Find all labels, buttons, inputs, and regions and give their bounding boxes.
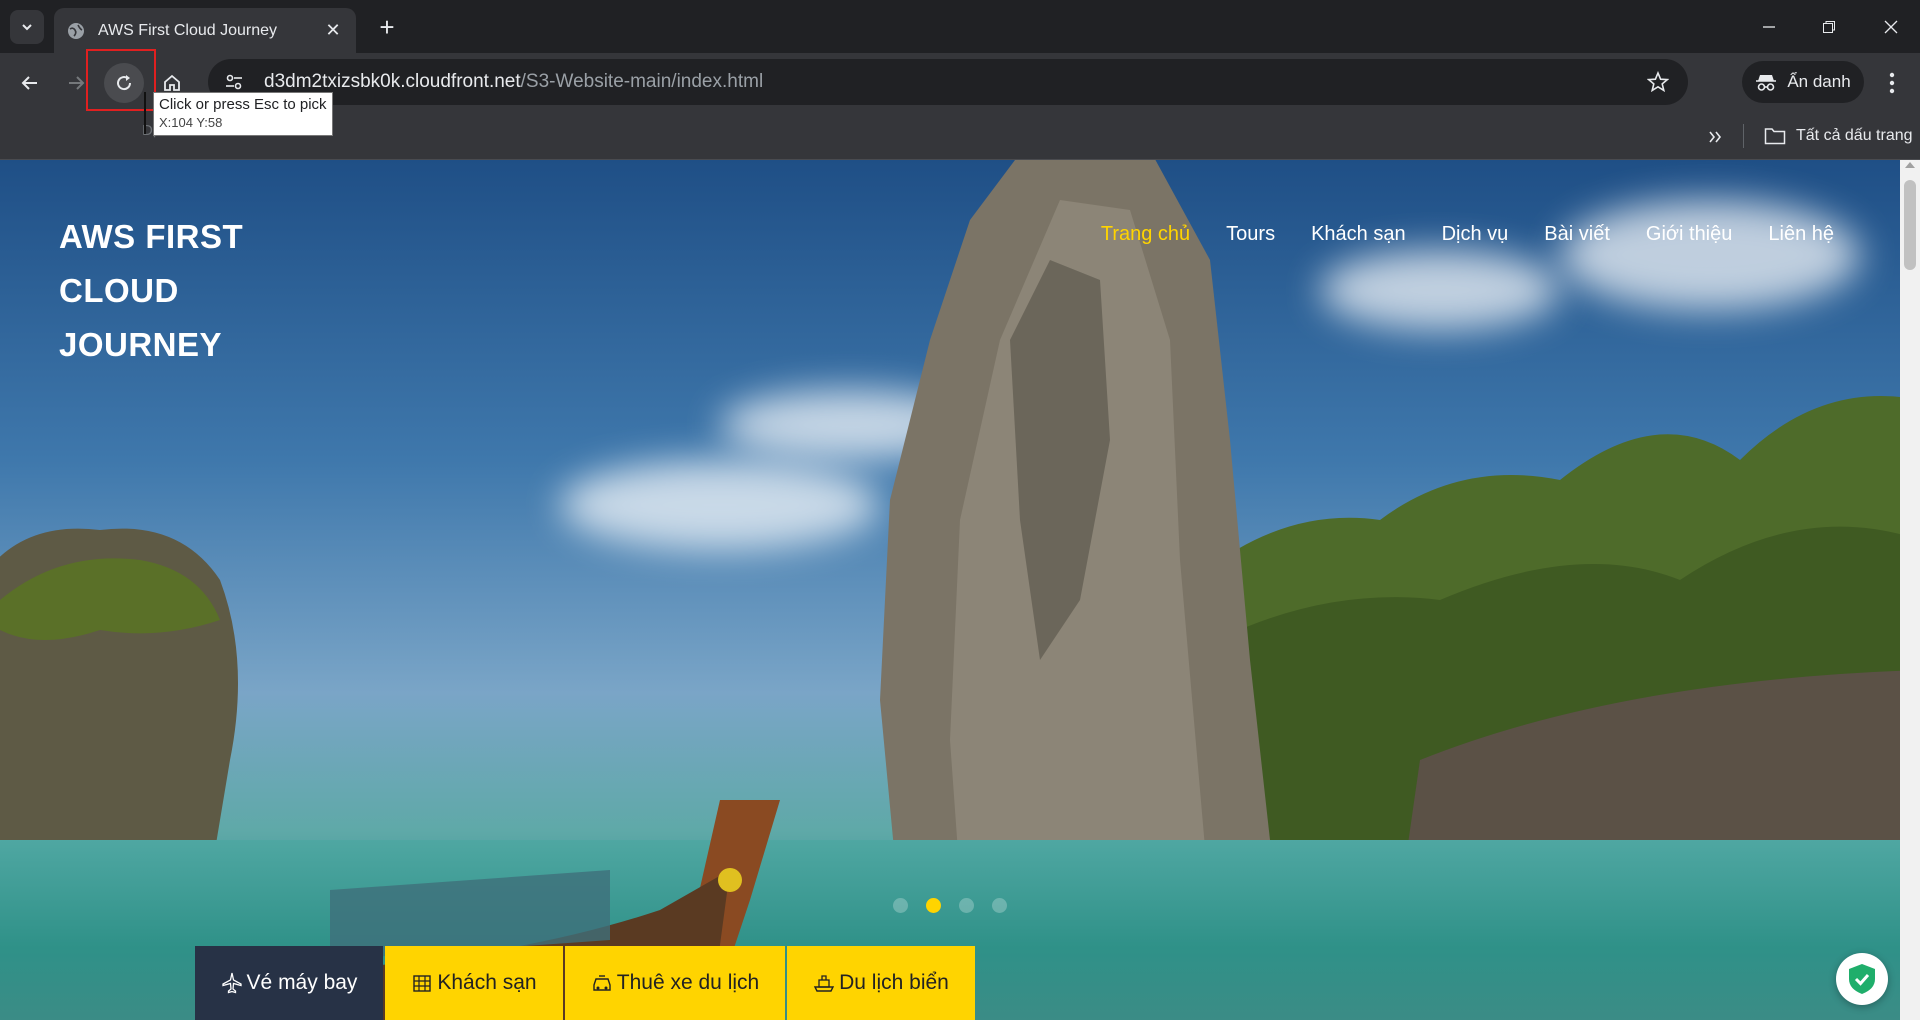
scrollbar-thumb[interactable] bbox=[1904, 180, 1916, 270]
tab-strip: AWS First Cloud Journey ✕ + bbox=[0, 0, 1920, 53]
nav-item-services[interactable]: Dịch vụ bbox=[1424, 223, 1527, 246]
folder-icon bbox=[1764, 128, 1786, 145]
incognito-label: Ẩn danh bbox=[1787, 72, 1851, 91]
browser-menu-button[interactable] bbox=[1874, 63, 1910, 103]
tab-beach-travel-label: Du lịch biển bbox=[839, 971, 949, 994]
security-badge[interactable] bbox=[1836, 953, 1888, 1005]
tab-flight[interactable]: Vé máy bay bbox=[195, 946, 383, 1020]
cloud-shape bbox=[1320, 250, 1560, 330]
double-chevron-right-icon bbox=[1709, 131, 1722, 143]
chevron-down-icon bbox=[22, 24, 32, 31]
tooltip-text: Click or press Esc to pick bbox=[159, 96, 327, 113]
close-window-button[interactable] bbox=[1862, 0, 1920, 53]
page-scrollbar[interactable] bbox=[1900, 160, 1920, 1020]
incognito-icon bbox=[1756, 75, 1777, 91]
slider-dot[interactable] bbox=[959, 898, 974, 913]
tab-search-button[interactable] bbox=[10, 10, 44, 44]
tab-beach-travel[interactable]: Du lịch biển bbox=[787, 946, 975, 1020]
booking-tabs: Vé máy bay Khách sạn Thuê xe du lịch Du … bbox=[195, 946, 977, 1020]
globe-icon bbox=[68, 22, 84, 39]
scroll-up-arrow-icon[interactable] bbox=[1905, 162, 1915, 168]
url-path: /S3-Website-main/index.html bbox=[520, 71, 764, 92]
minimize-icon bbox=[1763, 25, 1775, 28]
nav-item-about[interactable]: Giới thiệu bbox=[1628, 223, 1750, 246]
slider-dot[interactable] bbox=[992, 898, 1007, 913]
nav-item-tours[interactable]: Tours bbox=[1208, 223, 1293, 246]
cloud-shape bbox=[1560, 200, 1860, 310]
reload-button[interactable] bbox=[104, 63, 144, 103]
nav-item-hotels[interactable]: Khách sạn bbox=[1293, 223, 1424, 246]
tab-hotel-label: Khách sạn bbox=[437, 971, 537, 994]
shield-check-icon bbox=[1849, 964, 1875, 994]
brand-line-2: CLOUD bbox=[59, 272, 179, 309]
minimize-button[interactable] bbox=[1740, 0, 1798, 53]
restore-icon bbox=[1823, 20, 1835, 33]
bookmarks-divider bbox=[1743, 124, 1744, 148]
reload-icon bbox=[117, 75, 132, 91]
url-text[interactable]: d3dm2txizsbk0k.cloudfront.net/S3-Website… bbox=[254, 71, 1638, 93]
slider-dot[interactable] bbox=[893, 898, 908, 913]
incognito-indicator[interactable]: Ẩn danh bbox=[1742, 61, 1864, 103]
brand-line-1: AWS FIRST bbox=[59, 218, 244, 255]
nav-item-home[interactable]: Trang chủ bbox=[1083, 223, 1208, 246]
browser-tab-active[interactable]: AWS First Cloud Journey ✕ bbox=[54, 8, 356, 53]
tab-flight-label: Vé máy bay bbox=[246, 971, 358, 994]
tune-icon bbox=[226, 74, 242, 90]
car-icon bbox=[593, 975, 611, 991]
all-bookmarks-label: Tất cả dấu trang bbox=[1796, 127, 1913, 144]
cloud-shape bbox=[560, 460, 880, 550]
plane-icon bbox=[221, 972, 242, 994]
picker-tooltip: Click or press Esc to pick X:104 Y:58 bbox=[153, 92, 333, 136]
all-bookmarks-button[interactable]: Tất cả dấu trang bbox=[1764, 120, 1913, 152]
tooltip-coords: X:104 Y:58 bbox=[159, 115, 223, 130]
hotel-icon bbox=[413, 975, 432, 992]
main-navigation: Trang chủ Tours Khách sạn Dịch vụ Bài vi… bbox=[1083, 223, 1852, 246]
new-tab-button[interactable]: + bbox=[372, 12, 402, 42]
restore-button[interactable] bbox=[1800, 0, 1858, 53]
arrow-left-icon bbox=[21, 76, 37, 90]
url-host: d3dm2txizsbk0k.cloudfront.net bbox=[264, 71, 521, 92]
tab-car-rental-label: Thuê xe du lịch bbox=[616, 971, 760, 994]
slider-dot-active[interactable] bbox=[926, 898, 941, 913]
more-vert-icon bbox=[1889, 72, 1895, 94]
close-icon bbox=[1884, 20, 1898, 33]
nav-item-articles[interactable]: Bài viết bbox=[1526, 223, 1628, 246]
bookmarks-overflow-button[interactable] bbox=[1700, 122, 1730, 152]
home-icon bbox=[164, 74, 180, 91]
tab-car-rental[interactable]: Thuê xe du lịch bbox=[565, 946, 785, 1020]
site-brand[interactable]: AWS FIRST CLOUD JOURNEY bbox=[59, 210, 299, 372]
slider-dots bbox=[893, 898, 1007, 913]
close-tab-icon[interactable]: ✕ bbox=[322, 20, 344, 42]
brand-line-3: JOURNEY bbox=[59, 326, 223, 363]
back-button[interactable] bbox=[10, 63, 50, 103]
page-viewport: AWS FIRST CLOUD JOURNEY Trang chủ Tours … bbox=[0, 160, 1920, 1020]
address-bar[interactable]: d3dm2txizsbk0k.cloudfront.net/S3-Website… bbox=[208, 59, 1688, 105]
star-icon bbox=[1647, 71, 1669, 93]
bookmark-star-button[interactable] bbox=[1638, 62, 1678, 102]
nav-item-contact[interactable]: Liên hệ bbox=[1750, 223, 1852, 246]
ship-icon bbox=[813, 975, 835, 992]
arrow-right-icon bbox=[69, 76, 85, 90]
tab-title: AWS First Cloud Journey bbox=[98, 21, 278, 39]
forward-button[interactable] bbox=[56, 63, 96, 103]
tab-hotel[interactable]: Khách sạn bbox=[385, 946, 563, 1020]
